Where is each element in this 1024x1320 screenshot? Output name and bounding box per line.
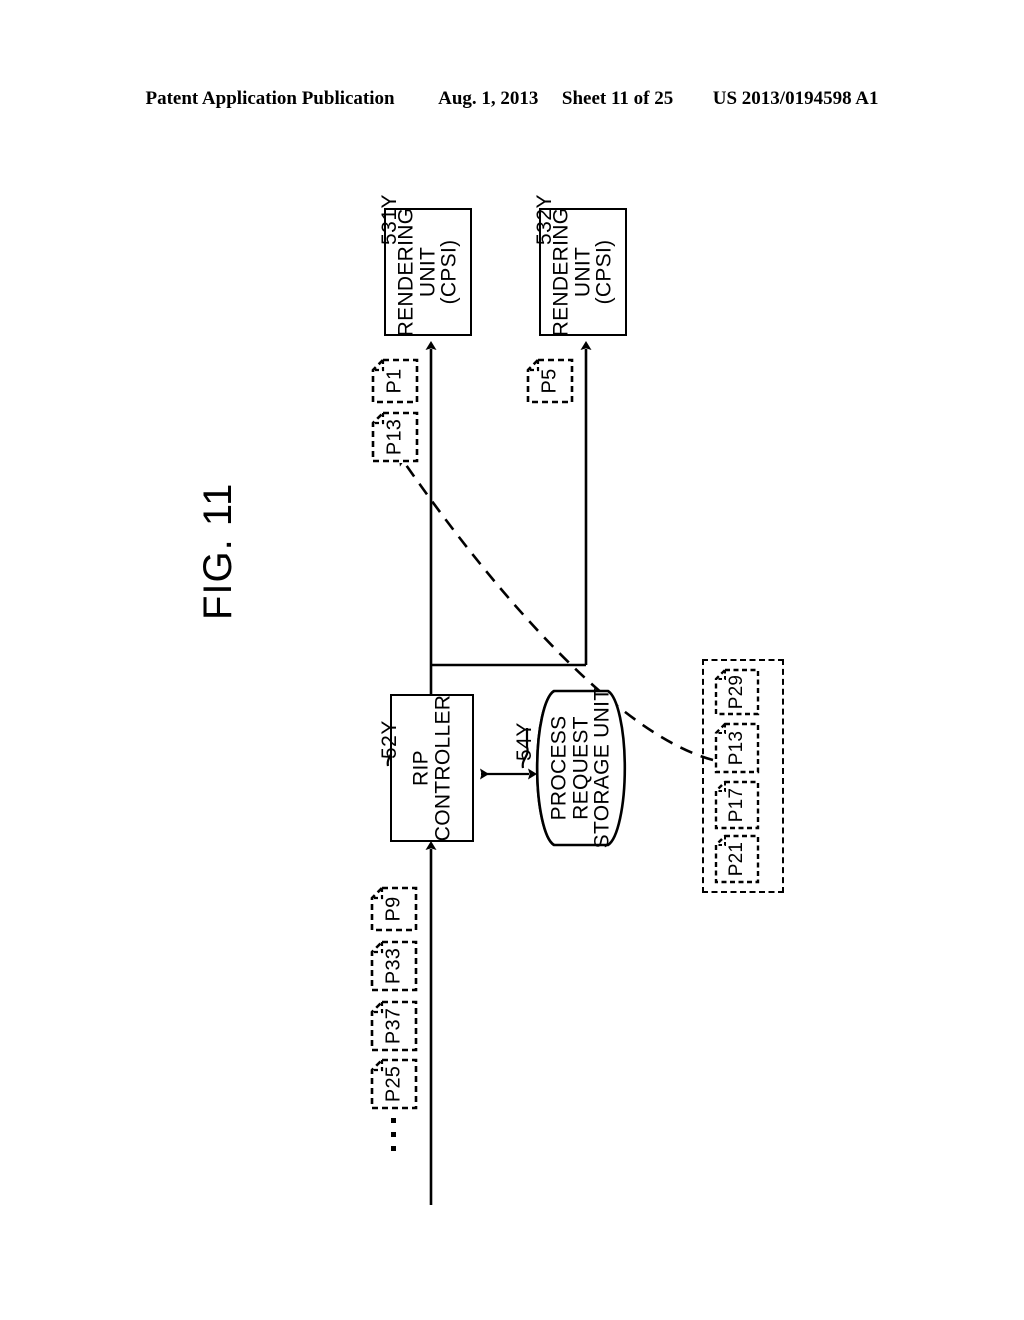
input-job-doc-p37-label: P37 bbox=[382, 1007, 405, 1045]
input-job-doc-p9[interactable]: P9 bbox=[370, 886, 418, 932]
header-patent-number: US 2013/0194598 A1 bbox=[712, 88, 879, 109]
queued-job-doc-p21[interactable]: P21 bbox=[714, 834, 760, 884]
reference-number-532y: 532Y bbox=[533, 193, 556, 245]
process-request-storage-unit[interactable]: PROCESS REQUEST STORAGE UNIT bbox=[534, 688, 628, 848]
job-doc-p13-output[interactable]: P13 bbox=[371, 411, 419, 463]
header-date: Aug. 1, 2013 bbox=[438, 88, 539, 109]
rendering-unit-1-line2: UNIT bbox=[416, 246, 440, 298]
rip-controller-line2: CONTROLLER bbox=[431, 694, 454, 842]
page-header: Patent Application Publication Aug. 1, 2… bbox=[0, 88, 1024, 110]
job-doc-p1-label: P1 bbox=[383, 368, 406, 394]
queued-job-doc-p13-label: P13 bbox=[726, 730, 747, 766]
queued-job-doc-p21-label: P21 bbox=[726, 841, 747, 877]
input-job-doc-p25-label: P25 bbox=[382, 1065, 405, 1103]
reference-number-52y: 52Y bbox=[378, 720, 401, 759]
input-job-doc-p37[interactable]: P37 bbox=[370, 1000, 418, 1052]
storage-unit-line3: STORAGE UNIT bbox=[590, 687, 614, 849]
rip-controller-box[interactable]: RIP CONTROLLER bbox=[390, 694, 474, 842]
rendering-unit-1-line3: (CPSI) bbox=[437, 239, 461, 305]
queued-job-doc-p29-label: P29 bbox=[726, 674, 747, 710]
input-job-doc-p9-label: P9 bbox=[382, 896, 405, 922]
input-job-doc-p33-label: P33 bbox=[382, 947, 405, 985]
ellipsis-dot bbox=[391, 1118, 396, 1123]
figure-title: FIG. 11 bbox=[196, 482, 240, 620]
queued-job-doc-p13[interactable]: P13 bbox=[714, 722, 760, 774]
header-publication: Patent Application Publication bbox=[145, 88, 395, 109]
header-sheet: Sheet 11 of 25 bbox=[561, 88, 674, 109]
job-doc-p5[interactable]: P5 bbox=[526, 358, 574, 404]
ellipsis-dot bbox=[391, 1132, 396, 1137]
ellipsis-dot bbox=[391, 1146, 396, 1151]
diagram-connectors bbox=[386, 212, 714, 1205]
job-doc-p1[interactable]: P1 bbox=[371, 358, 419, 404]
input-job-doc-p33[interactable]: P33 bbox=[370, 940, 418, 992]
job-doc-p5-label: P5 bbox=[538, 368, 561, 394]
storage-unit-line2: REQUEST bbox=[569, 716, 593, 820]
storage-unit-label: PROCESS REQUEST STORAGE UNIT bbox=[547, 687, 614, 849]
rendering-unit-2-label: RENDERING UNIT (CPSI) bbox=[550, 208, 616, 337]
reference-number-531y: 531Y bbox=[378, 193, 401, 245]
queued-job-doc-p17[interactable]: P17 bbox=[714, 780, 760, 830]
rip-controller-line1: RIP bbox=[409, 750, 433, 786]
rendering-unit-1-label: RENDERING UNIT (CPSI) bbox=[395, 208, 461, 337]
rendering-unit-2-line3: (CPSI) bbox=[592, 239, 616, 305]
rendering-unit-2-line2: UNIT bbox=[571, 246, 595, 298]
queued-job-doc-p17-label: P17 bbox=[726, 787, 747, 823]
job-doc-p13-output-label: P13 bbox=[383, 418, 406, 456]
rip-controller-label: RIP CONTROLLER bbox=[409, 694, 454, 842]
storage-unit-line1: PROCESS bbox=[547, 715, 571, 821]
input-job-doc-p25[interactable]: P25 bbox=[370, 1058, 418, 1110]
queued-job-doc-p29[interactable]: P29 bbox=[714, 668, 760, 716]
input-stream-ellipsis bbox=[391, 1118, 396, 1151]
reference-number-54y: 54Y bbox=[513, 722, 536, 761]
